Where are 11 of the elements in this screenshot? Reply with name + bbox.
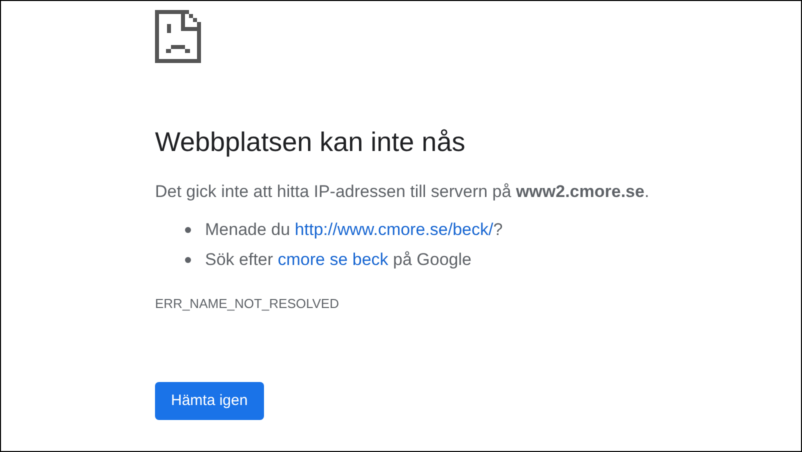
bullet-icon xyxy=(185,257,191,263)
suggestion-text: Menade du http://www.cmore.se/beck/? xyxy=(205,219,503,241)
bullet-icon xyxy=(185,227,191,233)
error-code: ERR_NAME_NOT_RESOLVED xyxy=(155,296,339,312)
sad-page-icon xyxy=(155,10,201,63)
suggestion-link[interactable]: cmore se beck xyxy=(278,250,388,269)
error-heading: Webbplatsen kan inte nås xyxy=(155,126,466,158)
error-message: Det gick inte att hitta IP-adressen till servern på www2.cmore.se. xyxy=(155,181,650,203)
reload-button[interactable]: Hämta igen xyxy=(155,382,264,420)
suggestion-link[interactable]: http://www.cmore.se/beck/ xyxy=(294,220,494,239)
suggestion-text: Sök efter cmore se beck på Google xyxy=(205,249,472,271)
